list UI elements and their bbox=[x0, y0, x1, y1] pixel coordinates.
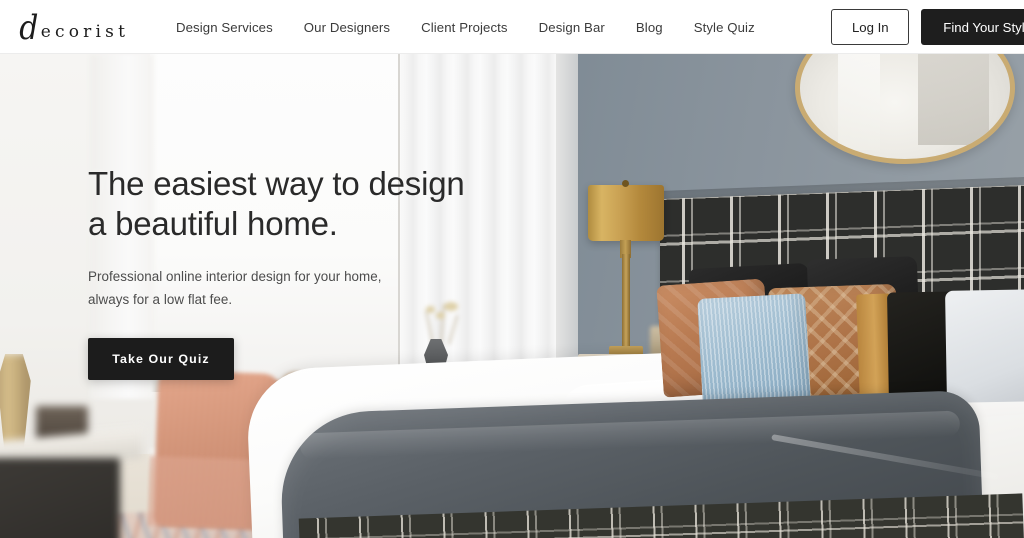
hero-headline-line-1: The easiest way to design bbox=[88, 165, 465, 202]
nav-item-blog[interactable]: Blog bbox=[636, 20, 663, 35]
pillow-white bbox=[945, 289, 1024, 403]
lamp-shade bbox=[588, 185, 664, 241]
hero-section: The easiest way to design a beautiful ho… bbox=[0, 54, 1024, 538]
lamp-finial bbox=[622, 180, 629, 187]
hero-subheadline: Professional online interior design for … bbox=[88, 265, 478, 313]
find-your-style-button[interactable]: Find Your Style bbox=[921, 9, 1024, 45]
nav-item-client-projects[interactable]: Client Projects bbox=[421, 20, 508, 35]
hero-copy: The easiest way to design a beautiful ho… bbox=[88, 164, 478, 381]
hero-headline: The easiest way to design a beautiful ho… bbox=[88, 164, 478, 245]
take-our-quiz-button[interactable]: Take Our Quiz bbox=[88, 338, 234, 381]
nav-item-style-quiz[interactable]: Style Quiz bbox=[694, 20, 755, 35]
site-header: d ecorist Design Services Our Designers … bbox=[0, 0, 1024, 54]
lamp-stem bbox=[622, 254, 630, 350]
nav-item-design-bar[interactable]: Design Bar bbox=[539, 20, 605, 35]
logo-wordmark: ecorist bbox=[40, 22, 130, 42]
hero-subheadline-line-1: Professional online interior design for … bbox=[88, 268, 382, 284]
mirror-reflection bbox=[837, 54, 880, 151]
main-navigation: Design Services Our Designers Client Pro… bbox=[176, 0, 755, 54]
logo-script-d: d bbox=[19, 8, 39, 48]
pillow-blue-striped bbox=[697, 293, 811, 409]
foreground-dresser bbox=[0, 458, 120, 538]
log-in-button[interactable]: Log In bbox=[831, 9, 910, 45]
landing-page: d ecorist Design Services Our Designers … bbox=[0, 0, 1024, 538]
header-actions: Log In Find Your Style bbox=[831, 9, 1024, 45]
nav-item-our-designers[interactable]: Our Designers bbox=[304, 20, 390, 35]
hero-headline-line-2: a beautiful home. bbox=[88, 205, 338, 243]
decorist-logo[interactable]: d ecorist bbox=[18, 8, 130, 48]
nav-item-design-services[interactable]: Design Services bbox=[176, 20, 273, 35]
hero-subheadline-line-2: always for a low flat fee. bbox=[88, 292, 233, 308]
